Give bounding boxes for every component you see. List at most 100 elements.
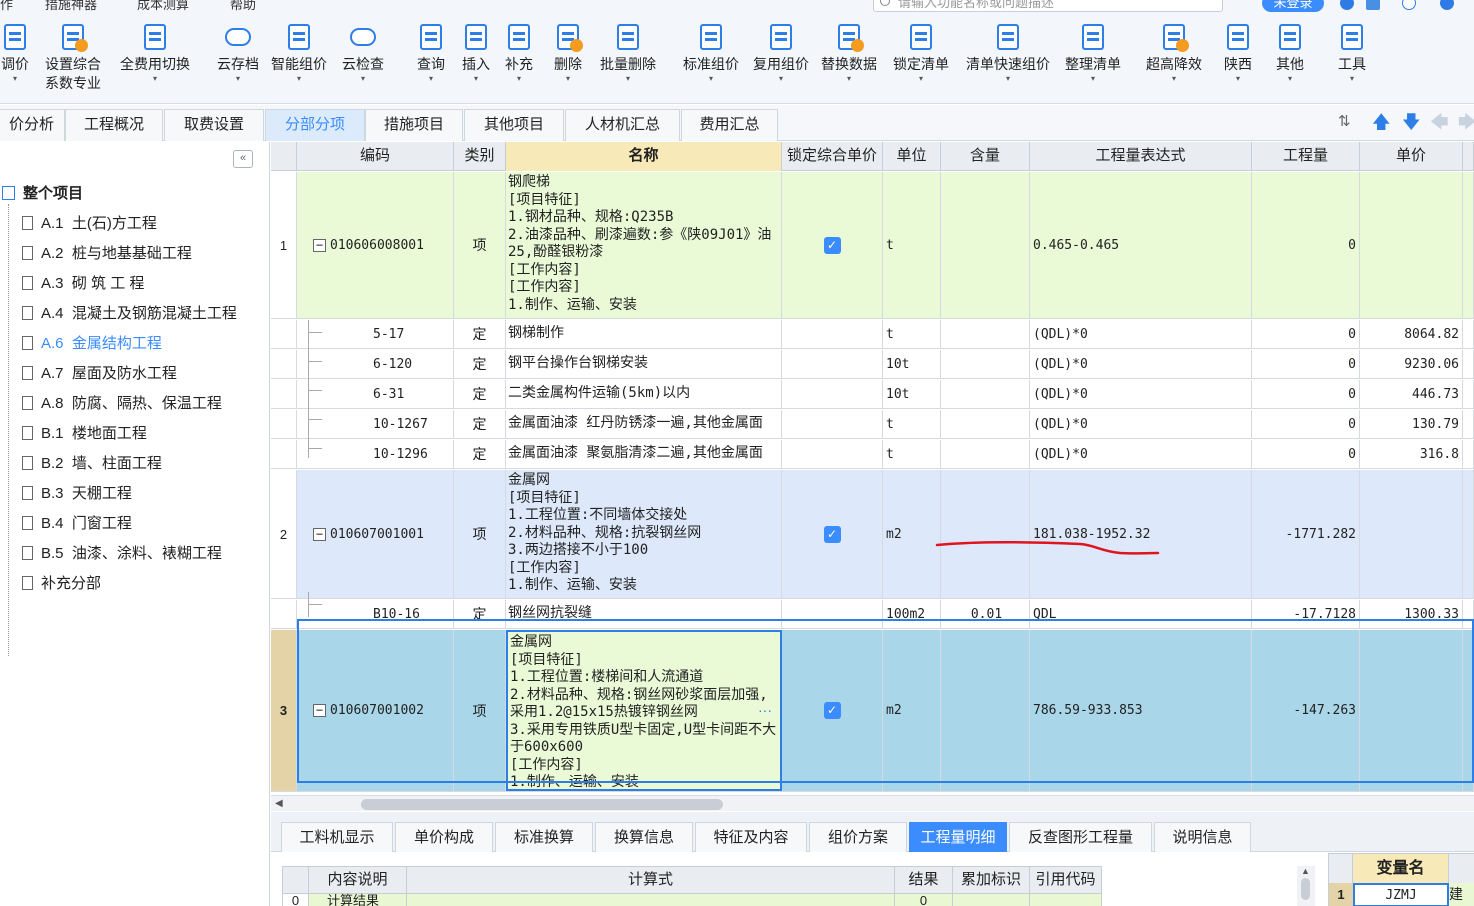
- lock-price-cell[interactable]: ✓: [782, 470, 883, 598]
- quantity-expression-cell[interactable]: 786.59-933.853: [1030, 630, 1252, 791]
- quantity-expression-cell[interactable]: QDL: [1030, 600, 1252, 628]
- help-icon[interactable]: [1402, 0, 1416, 10]
- menu-item-work[interactable]: 作: [0, 0, 13, 13]
- grid-header-col-price[interactable]: 单价: [1360, 142, 1463, 171]
- name-cell[interactable]: 金属面油漆 聚氨脂清漆二遍,其他金属面: [506, 440, 782, 468]
- detail-tab[interactable]: 工程量明细: [909, 822, 1007, 852]
- detail-tab[interactable]: 标准换算: [495, 822, 593, 852]
- unit-price-cell[interactable]: 130.79: [1360, 410, 1463, 438]
- type-cell[interactable]: 定: [454, 380, 506, 408]
- name-cell[interactable]: 钢梯制作: [506, 320, 782, 348]
- code-cell[interactable]: −010607001001: [297, 470, 454, 598]
- detail-tab[interactable]: 组价方案: [809, 822, 907, 852]
- grid-header-col-unit[interactable]: 单位: [883, 142, 941, 171]
- name-cell[interactable]: 钢爬梯 [项目特征] 1.钢材品种、规格:Q235B 2.油漆品种、刷漆遍数:参…: [506, 172, 782, 318]
- lock-price-cell[interactable]: [782, 410, 883, 438]
- detail-col-desc[interactable]: 内容说明: [309, 867, 407, 894]
- var-name-cell[interactable]: JZMJ: [1353, 883, 1449, 906]
- toolbar-button-9[interactable]: 删除 ▾: [552, 22, 584, 84]
- edit-ellipsis-button[interactable]: ···: [758, 702, 772, 718]
- tree-item[interactable]: 补充分部: [22, 572, 101, 596]
- name-cell[interactable]: 二类金属构件运输(5km)以内: [506, 380, 782, 408]
- content-cell[interactable]: [941, 350, 1030, 378]
- dropdown-arrow-icon[interactable]: ▾: [1221, 74, 1255, 84]
- row-number[interactable]: [271, 380, 297, 408]
- tab-overview[interactable]: 工程概况: [65, 109, 163, 141]
- tree-item[interactable]: A.7 屋面及防水工程: [22, 362, 177, 386]
- unit-price-cell[interactable]: 446.73: [1360, 380, 1463, 408]
- name-cell[interactable]: 金属网 [项目特征] 1.工程位置:楼梯间和人流通道 2.材料品种、规格:钢丝网…: [506, 630, 782, 791]
- code-cell[interactable]: 10-1296: [297, 440, 454, 468]
- quantity-cell[interactable]: -147.263: [1252, 630, 1360, 791]
- tree-item[interactable]: A.3 砌 筑 工 程: [22, 272, 144, 296]
- toolbar-button-8[interactable]: 补充 ▾: [502, 22, 536, 84]
- dropdown-arrow-icon[interactable]: ▾: [413, 74, 449, 84]
- var-next-cell[interactable]: 建筑: [1449, 883, 1474, 906]
- toolbar-button-10[interactable]: 批量删除 ▾: [596, 22, 660, 84]
- tree-item[interactable]: A.1 土(石)方工程: [22, 212, 157, 236]
- quantity-expression-cell[interactable]: 181.038-1952.32: [1030, 470, 1252, 598]
- type-cell[interactable]: 定: [454, 350, 506, 378]
- tree-item[interactable]: A.6 金属结构工程: [22, 332, 162, 356]
- var-col-name[interactable]: 变量名: [1353, 854, 1449, 883]
- detail-col-accumulate[interactable]: 累加标识: [953, 867, 1030, 894]
- dropdown-arrow-icon[interactable]: ▾: [750, 74, 812, 84]
- tab-items[interactable]: 分部分项: [265, 109, 365, 141]
- row-number[interactable]: [271, 320, 297, 348]
- quantity-cell[interactable]: -17.7128: [1252, 600, 1360, 628]
- name-cell[interactable]: 金属网 [项目特征] 1.工程位置:不同墙体交接处 2.材料品种、规格:抗裂钢丝…: [506, 470, 782, 598]
- toolbar-button-2[interactable]: 全费用切换 ▾: [115, 22, 195, 84]
- unit-price-cell[interactable]: [1360, 630, 1463, 791]
- grid-header-col-code[interactable]: 编码: [297, 142, 454, 171]
- tree-root[interactable]: 整个项目: [2, 182, 83, 206]
- unit-cell[interactable]: t: [883, 440, 941, 468]
- row-number[interactable]: [271, 600, 297, 628]
- quantity-cell[interactable]: 0: [1252, 350, 1360, 378]
- detail-row-ref[interactable]: [1030, 894, 1102, 906]
- scrollbar-thumb[interactable]: [361, 799, 723, 810]
- content-cell[interactable]: [941, 410, 1030, 438]
- detail-row-formula[interactable]: [407, 894, 895, 906]
- tab-fee-settings[interactable]: 取费设置: [164, 109, 264, 141]
- dropdown-arrow-icon[interactable]: ▾: [596, 74, 660, 84]
- unit-cell[interactable]: t: [883, 320, 941, 348]
- table-row[interactable]: 10-1267 定金属面油漆 红丹防锈漆一遍,其他金属面 t (QDL)*0 0 130.…: [271, 410, 1474, 439]
- unit-price-cell[interactable]: 1300.33: [1360, 600, 1463, 628]
- lock-price-cell[interactable]: [782, 350, 883, 378]
- menu-item-measures[interactable]: 措施神器: [45, 0, 97, 13]
- lock-price-cell[interactable]: [782, 380, 883, 408]
- quantity-expression-cell[interactable]: 0.465-0.465: [1030, 172, 1252, 318]
- row-number[interactable]: [271, 440, 297, 468]
- table-row[interactable]: 3−010607001002 项金属网 [项目特征] 1.工程位置:楼梯间和人流通…: [271, 630, 1474, 792]
- menu-item-cost[interactable]: 成本测算: [137, 0, 189, 13]
- table-row[interactable]: B10-16 定钢丝网抗裂缝 100m2 0.01 QDL -17.7128 1300.33: [271, 600, 1474, 629]
- tree-item[interactable]: B.5 油漆、涂料、裱糊工程: [22, 542, 222, 566]
- toolbar-button-20[interactable]: 工具 ▾: [1335, 22, 1369, 84]
- code-cell[interactable]: 6-31: [297, 380, 454, 408]
- unit-price-cell[interactable]: 9230.06: [1360, 350, 1463, 378]
- unit-price-cell[interactable]: 316.8: [1360, 440, 1463, 468]
- content-cell[interactable]: [941, 320, 1030, 348]
- toolbar-button-14[interactable]: 锁定清单 ▾: [890, 22, 952, 84]
- toolbar-button-6[interactable]: 查询 ▾: [413, 22, 449, 84]
- detail-row-accumulate[interactable]: [953, 894, 1030, 906]
- tree-item[interactable]: B.3 天棚工程: [22, 482, 132, 506]
- apps-icon[interactable]: [1366, 0, 1380, 10]
- tree-item[interactable]: A.8 防腐、隔热、保温工程: [22, 392, 222, 416]
- detail-tab[interactable]: 工料机显示: [281, 822, 393, 852]
- toolbar-button-13[interactable]: 替换数据 ▾: [818, 22, 880, 84]
- quantity-cell[interactable]: 0: [1252, 320, 1360, 348]
- code-cell[interactable]: 10-1267: [297, 410, 454, 438]
- toolbar-button-7[interactable]: 插入 ▾: [459, 22, 493, 84]
- refresh-icon[interactable]: [1340, 0, 1354, 10]
- quantity-expression-cell[interactable]: (QDL)*0: [1030, 410, 1252, 438]
- detail-tab[interactable]: 单价构成: [395, 822, 493, 852]
- collapse-toggle-icon[interactable]: −: [313, 238, 326, 252]
- tree-item[interactable]: A.4 混凝土及钢筋混凝土工程: [22, 302, 237, 326]
- lock-price-cell[interactable]: [782, 600, 883, 628]
- type-cell[interactable]: 项: [454, 630, 506, 791]
- quantity-expression-cell[interactable]: (QDL)*0: [1030, 440, 1252, 468]
- type-cell[interactable]: 项: [454, 470, 506, 598]
- collapse-toggle-icon[interactable]: −: [313, 527, 326, 541]
- row-number[interactable]: 3: [271, 630, 297, 791]
